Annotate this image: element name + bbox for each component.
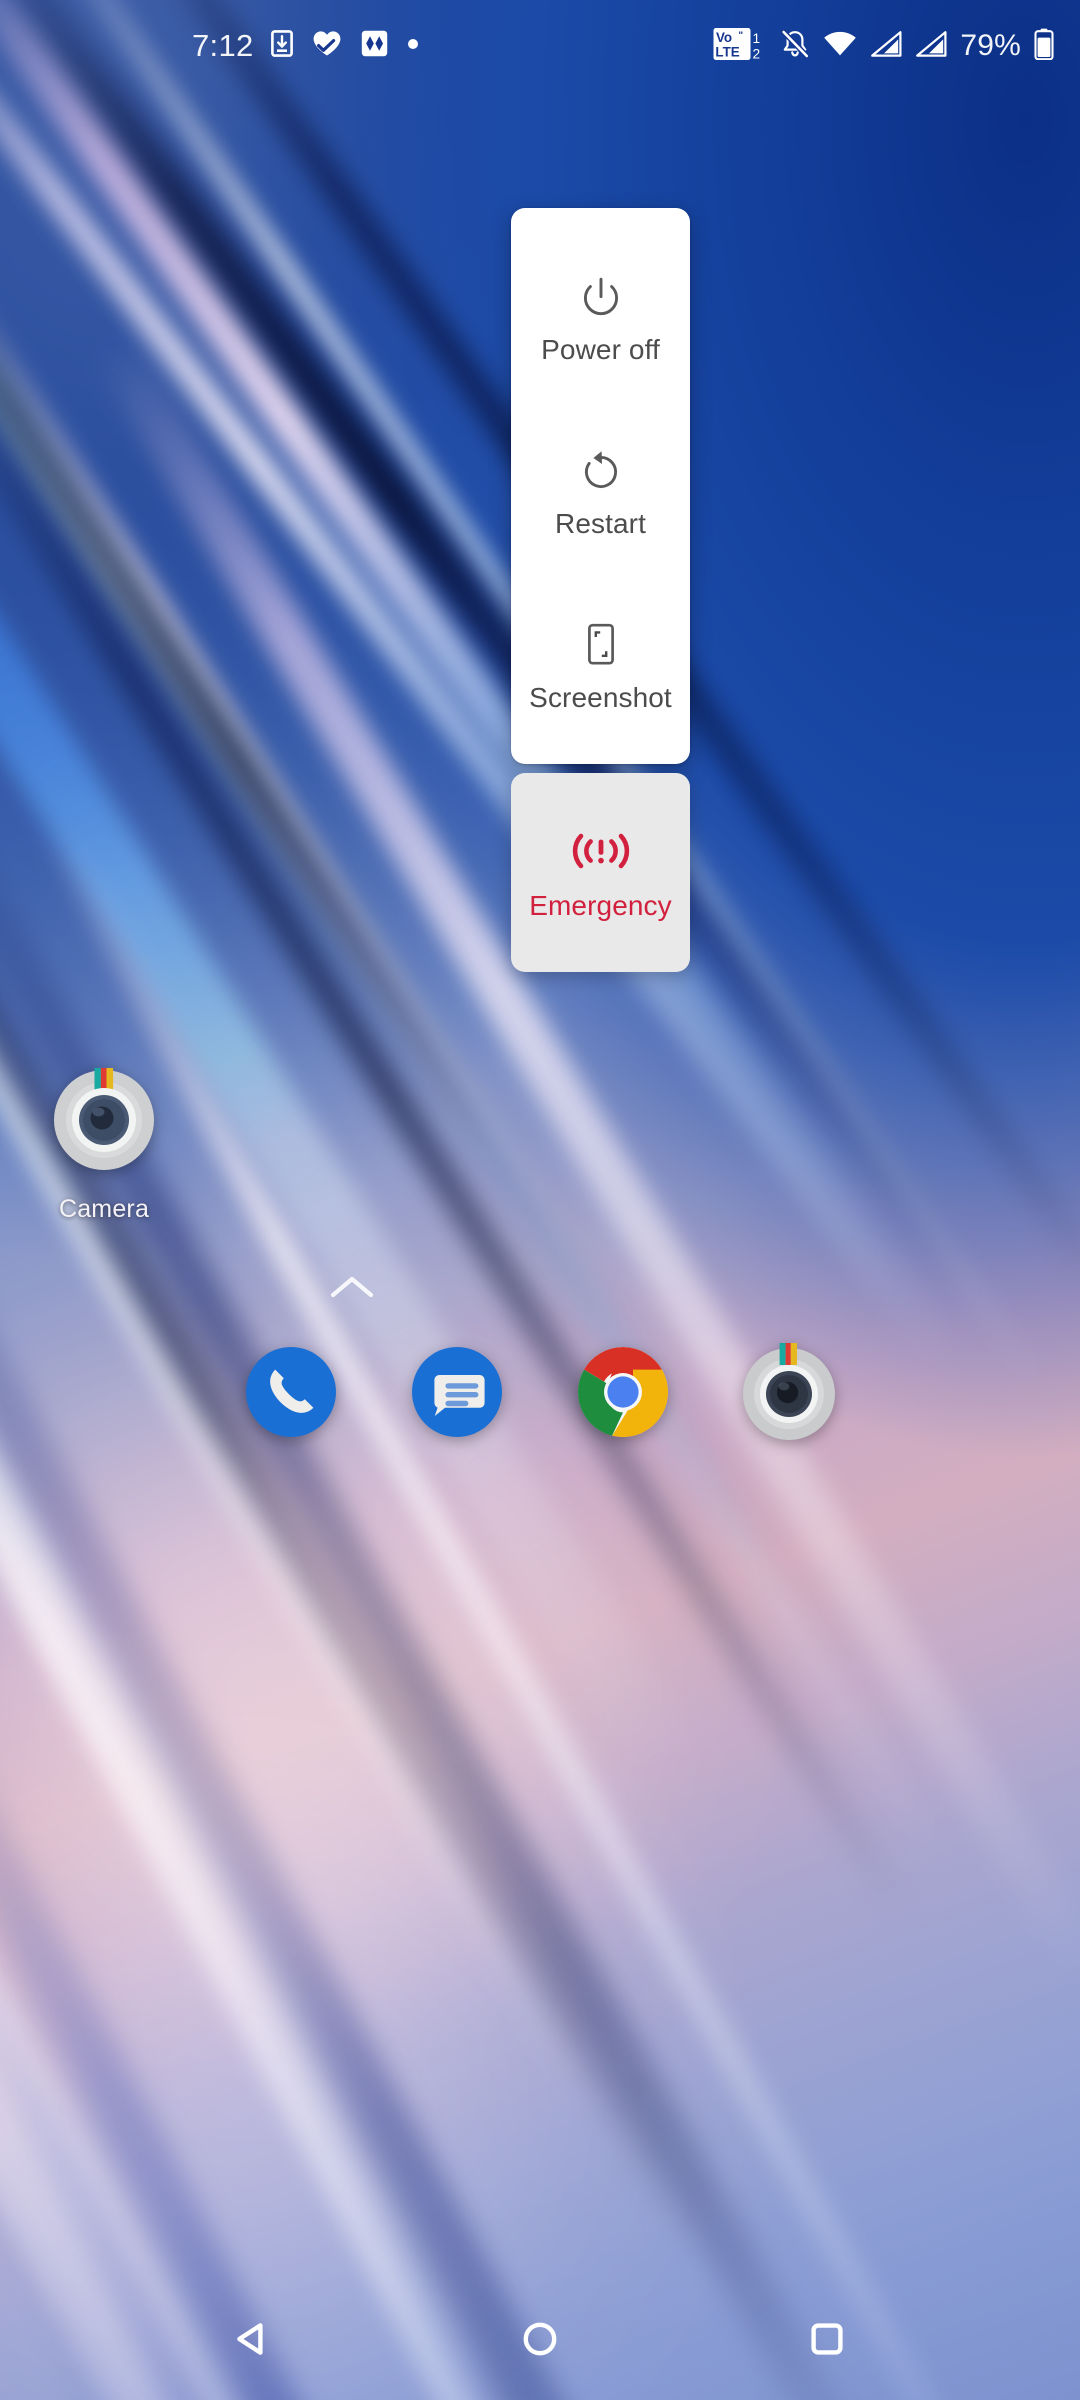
svg-text:1: 1 [753, 30, 761, 45]
power-menu-dialog: Power off Restart Screenshot Emergency [511, 208, 690, 972]
app-icon-camera[interactable]: Camera [24, 1062, 184, 1224]
navigation-bar [0, 2282, 1080, 2400]
chrome-icon [571, 1340, 675, 1449]
dock-icon-chrome[interactable] [568, 1339, 678, 1449]
status-bar-system-icons: Vo " LTE 1 2 79% [713, 27, 1054, 66]
recents-square-icon [804, 2316, 850, 2367]
power-off-label: Power off [541, 334, 660, 365]
signal-sim1-icon [870, 30, 902, 62]
messages-icon [405, 1340, 509, 1449]
restart-label: Restart [555, 508, 646, 539]
download-icon [270, 30, 293, 62]
dock [0, 1334, 1080, 1454]
diamonds-icon [361, 30, 388, 62]
volte-dual-sim-icon: Vo " LTE 1 2 [713, 27, 767, 66]
emergency-icon [569, 827, 633, 875]
status-bar[interactable]: 7:12 Vo " LTE 1 2 79% [0, 0, 1080, 92]
emergency-button[interactable]: Emergency [511, 773, 690, 972]
home-circle-icon [517, 2316, 563, 2367]
status-bar-left: 7:12 [192, 28, 254, 64]
dock-icon-camera[interactable] [734, 1339, 844, 1449]
svg-text:": " [739, 30, 744, 41]
wifi-icon [823, 31, 857, 62]
phone-screen: 7:12 Vo " LTE 1 2 79% Power off Restart … [0, 0, 1080, 2400]
app-label-camera: Camera [58, 1195, 150, 1223]
dot-icon [407, 37, 419, 55]
dock-icon-messages[interactable] [402, 1339, 512, 1449]
camera-icon [737, 1340, 841, 1449]
battery-percent-label: 79% [960, 29, 1021, 62]
svg-text:Vo: Vo [716, 30, 732, 45]
power-icon [577, 274, 625, 322]
camera-icon [48, 1062, 160, 1179]
app-drawer-chevron-icon[interactable] [326, 1268, 378, 1308]
ringer-silent-icon [780, 28, 810, 64]
status-bar-clock: 7:12 [192, 28, 254, 63]
screenshot-label: Screenshot [529, 682, 672, 713]
restart-button[interactable]: Restart [511, 434, 690, 546]
recents-button[interactable] [781, 2295, 873, 2387]
status-bar-notification-icons [270, 30, 419, 62]
battery-icon [1034, 28, 1054, 65]
svg-text:2: 2 [753, 46, 761, 61]
emergency-label: Emergency [529, 890, 672, 921]
phone-icon [239, 1340, 343, 1449]
screenshot-button[interactable]: Screenshot [511, 608, 690, 720]
heart-health-icon [312, 30, 342, 62]
dock-icon-phone[interactable] [236, 1339, 346, 1449]
svg-text:LTE: LTE [716, 44, 740, 59]
signal-sim2-icon [915, 30, 947, 62]
home-button[interactable] [494, 2295, 586, 2387]
back-button[interactable] [207, 2295, 299, 2387]
screenshot-icon [582, 622, 620, 670]
restart-icon [578, 448, 624, 496]
back-triangle-icon [230, 2316, 276, 2367]
power-menu-panel: Power off Restart Screenshot [511, 208, 690, 764]
power-off-button[interactable]: Power off [511, 260, 690, 372]
